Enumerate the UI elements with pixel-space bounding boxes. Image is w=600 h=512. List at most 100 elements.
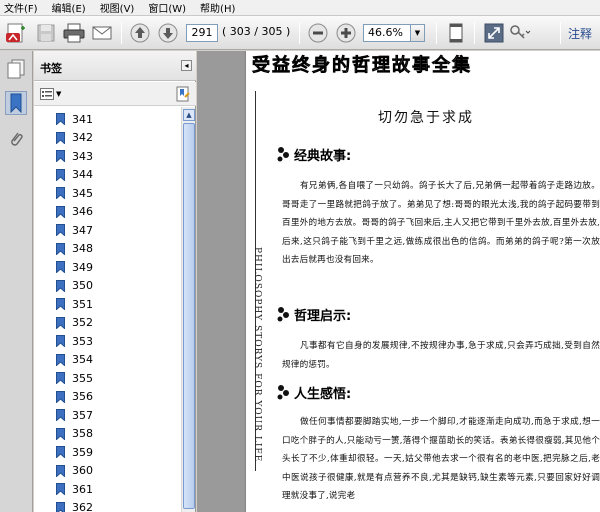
bookmarks-panel-header: 书签 ◂ bbox=[34, 51, 196, 81]
toolbar-separator bbox=[436, 22, 437, 44]
flower-bullet-icon bbox=[277, 146, 289, 161]
menu-view[interactable]: 视图(V) bbox=[100, 0, 135, 15]
chevron-down-icon: ▼ bbox=[56, 90, 62, 98]
page-count: ( 303 / 305 ) bbox=[222, 25, 291, 38]
bookmark-page-icon bbox=[56, 335, 65, 347]
bookmark-page-icon bbox=[56, 150, 65, 162]
bookmark-item[interactable]: 345 bbox=[56, 184, 93, 202]
bookmark-item[interactable]: 353 bbox=[56, 332, 93, 350]
bookmark-page-icon bbox=[56, 205, 65, 218]
save-icon bbox=[37, 24, 55, 42]
full-screen-button[interactable] bbox=[482, 21, 506, 45]
bookmark-page-icon bbox=[56, 187, 65, 199]
print-button[interactable] bbox=[62, 21, 86, 45]
extended-tools-button[interactable] bbox=[508, 21, 532, 45]
key-icon bbox=[510, 25, 531, 39]
attachments-panel-button[interactable] bbox=[5, 127, 27, 151]
bookmark-label: 354 bbox=[72, 353, 93, 366]
printer-icon bbox=[63, 23, 85, 43]
bookmark-label: 361 bbox=[72, 482, 93, 496]
bookmark-label: 342 bbox=[72, 131, 93, 144]
bookmark-page-icon bbox=[56, 242, 65, 255]
bookmark-label: 355 bbox=[72, 371, 93, 385]
bookmarks-panel: 书签 ◂ ▼ 341 342 343 344 345 346 347 348 3 bbox=[34, 51, 196, 512]
scrollbar-thumb[interactable] bbox=[183, 123, 195, 509]
bookmark-item[interactable]: 354 bbox=[56, 351, 93, 369]
bookmark-item[interactable]: 349 bbox=[56, 258, 93, 276]
bookmark-item[interactable]: 360 bbox=[56, 462, 93, 480]
bookmark-item[interactable]: 358 bbox=[56, 425, 93, 443]
bookmark-page-icon bbox=[56, 224, 65, 236]
bookmark-options-button[interactable]: ▼ bbox=[40, 86, 66, 102]
minus-icon bbox=[308, 23, 328, 43]
create-pdf-icon bbox=[6, 23, 25, 43]
bookmark-page-icon bbox=[56, 353, 65, 366]
bookmark-item[interactable]: 348 bbox=[56, 240, 93, 258]
bookmark-item[interactable]: 344 bbox=[56, 166, 93, 184]
panel-collapse-button[interactable]: ◂ bbox=[181, 60, 192, 71]
bookmark-item[interactable]: 362 bbox=[56, 499, 93, 512]
scroll-up-button[interactable]: ▲ bbox=[183, 109, 195, 121]
options-list-icon bbox=[40, 88, 54, 100]
arrow-down-icon bbox=[158, 23, 178, 43]
toolbar-separator bbox=[299, 22, 300, 44]
bookmark-item[interactable]: 346 bbox=[56, 203, 93, 221]
next-page-button[interactable] bbox=[156, 21, 180, 45]
bookmark-page-icon bbox=[56, 427, 65, 440]
bookmark-page-icon bbox=[56, 409, 65, 421]
reflection-paragraph: 做任何事情都要脚踏实地,一步一个脚印,才能逐渐走向成功,而急于求成,想一口吃个胖… bbox=[282, 417, 600, 502]
bookmark-label: 352 bbox=[72, 316, 93, 329]
bookmark-item[interactable]: 350 bbox=[56, 277, 93, 295]
chapter-title: 切勿急于求成 bbox=[378, 110, 474, 126]
bookmark-item[interactable]: 342 bbox=[56, 129, 93, 147]
menu-help[interactable]: 帮助(H) bbox=[200, 0, 235, 15]
save-button[interactable] bbox=[34, 21, 58, 45]
previous-page-button[interactable] bbox=[128, 21, 152, 45]
menu-window[interactable]: 窗口(W) bbox=[148, 0, 186, 15]
pdf-page: 受益终身的哲理故事全集 PHILOSOPHY STORYS FOR YOUR L… bbox=[246, 51, 600, 512]
bookmark-scrollbar[interactable]: ▲ bbox=[181, 107, 195, 512]
section-heading: 人生感悟: bbox=[276, 383, 351, 402]
zoom-dropdown-button[interactable]: ▼ bbox=[411, 24, 425, 42]
bookmark-item[interactable]: 352 bbox=[56, 314, 93, 332]
insight-paragraph: 凡事都有它自身的发展规律,不按规律办事,急于求成,只会弄巧成拙,受到自然规律的惩… bbox=[282, 341, 600, 370]
zoom-input[interactable]: 46.6% bbox=[363, 24, 411, 42]
document-viewport[interactable]: 受益终身的哲理故事全集 PHILOSOPHY STORYS FOR YOUR L… bbox=[197, 51, 600, 512]
bookmark-item[interactable]: 359 bbox=[56, 443, 93, 461]
bookmark-item[interactable]: 351 bbox=[56, 295, 93, 313]
zoom-out-button[interactable] bbox=[306, 21, 330, 45]
menu-edit[interactable]: 编辑(E) bbox=[52, 0, 86, 15]
bookmark-item[interactable]: 356 bbox=[56, 388, 93, 406]
zoom-in-button[interactable] bbox=[334, 21, 358, 45]
bookmark-item[interactable]: 343 bbox=[56, 147, 93, 165]
bookmark-label: 351 bbox=[72, 297, 93, 311]
bookmark-label: 362 bbox=[72, 501, 93, 512]
bookmark-label: 348 bbox=[72, 242, 93, 255]
arrow-up-icon bbox=[130, 23, 150, 43]
toolbar-separator bbox=[560, 22, 561, 44]
bookmark-label: 341 bbox=[72, 112, 93, 126]
bookmarks-panel-button[interactable] bbox=[5, 91, 27, 115]
page-number-input[interactable]: 291 bbox=[186, 24, 218, 42]
menu-file[interactable]: 文件(F) bbox=[4, 0, 38, 15]
bookmark-item[interactable]: 341 bbox=[56, 110, 93, 128]
bookmark-label: 359 bbox=[72, 445, 93, 459]
bookmark-icon bbox=[10, 93, 22, 113]
comment-button[interactable]: 注释 bbox=[568, 25, 592, 42]
bookmark-page-icon bbox=[56, 113, 65, 125]
bookmark-item[interactable]: 347 bbox=[56, 221, 93, 239]
bookmark-page-icon bbox=[56, 261, 65, 273]
new-bookmark-button[interactable] bbox=[174, 85, 192, 103]
bookmark-page-icon bbox=[56, 483, 65, 495]
create-pdf-button[interactable] bbox=[4, 21, 28, 45]
bookmark-item[interactable]: 357 bbox=[56, 406, 93, 424]
bookmark-label: 344 bbox=[72, 168, 93, 181]
email-button[interactable] bbox=[90, 21, 114, 45]
pages-panel-button[interactable] bbox=[5, 57, 27, 81]
bookmarks-panel-title: 书签 bbox=[40, 62, 62, 75]
fit-page-button[interactable] bbox=[444, 21, 468, 45]
bookmark-item[interactable]: 361 bbox=[56, 480, 93, 498]
bookmark-item[interactable]: 355 bbox=[56, 369, 93, 387]
fit-page-icon bbox=[449, 23, 463, 43]
chevron-down-icon: ▼ bbox=[414, 29, 421, 37]
